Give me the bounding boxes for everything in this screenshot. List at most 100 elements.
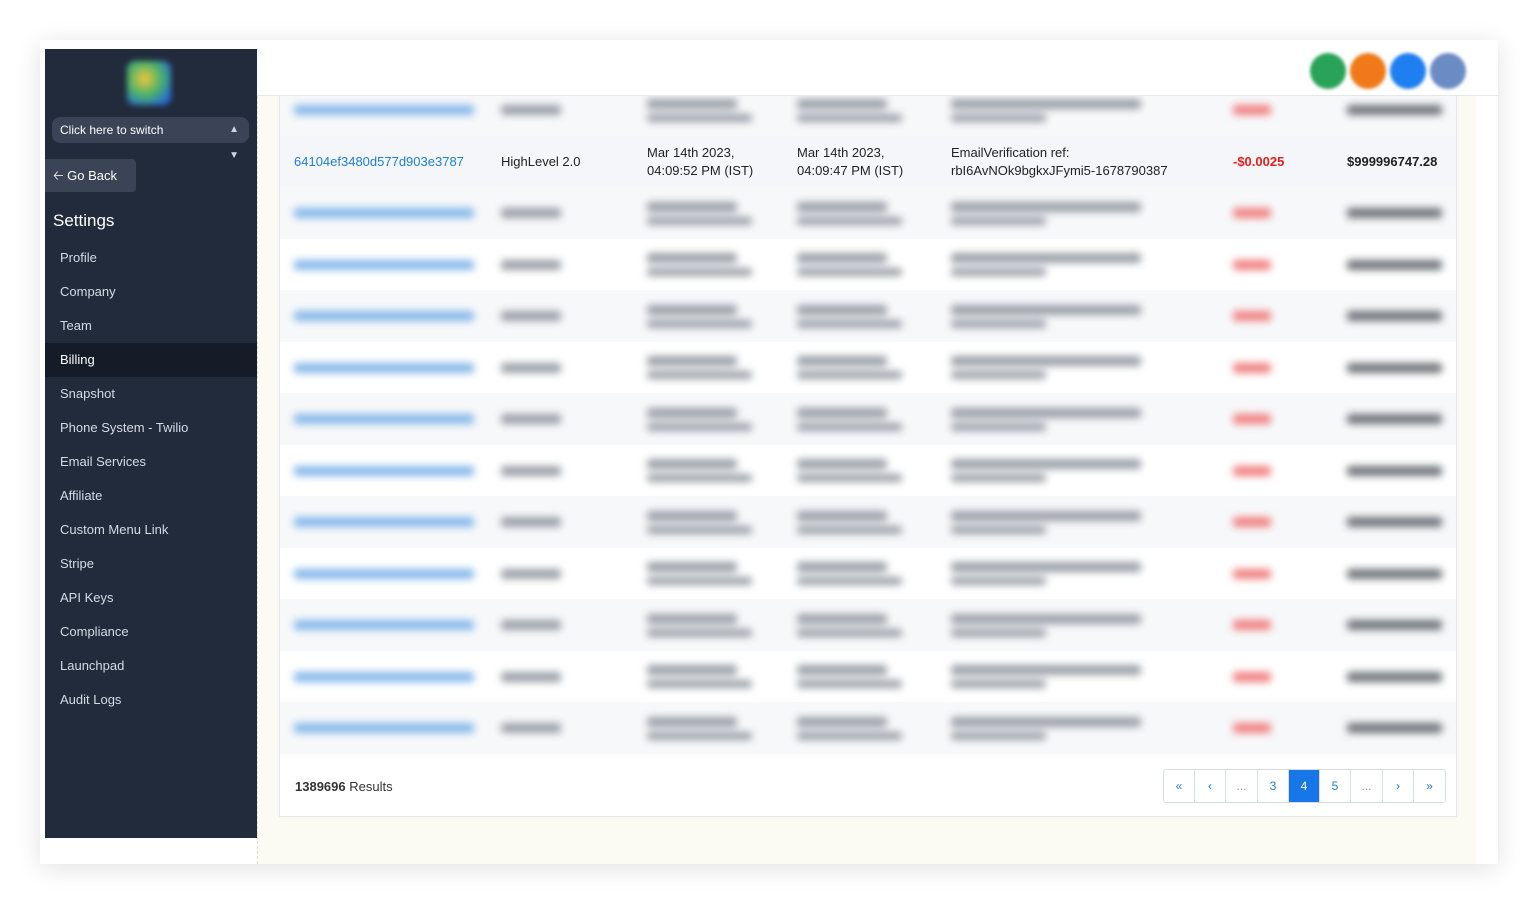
redacted-cell [1347, 342, 1456, 394]
page-prev-button[interactable]: ‹ [1195, 770, 1226, 802]
redacted-cell [501, 445, 641, 497]
redacted-cell [797, 393, 937, 445]
sidebar-item-launchpad[interactable]: Launchpad [45, 649, 257, 683]
redacted-cell [951, 342, 1221, 394]
transaction-row: 64104ef3480d577d903e3787 HighLevel 2.0 M… [280, 135, 1456, 188]
redacted-cell [951, 290, 1221, 342]
page-ellipsis: ... [1226, 770, 1258, 802]
redacted-cell [1347, 496, 1456, 548]
results-summary: 1389696 Results [295, 779, 393, 794]
sidebar-item-email-services[interactable]: Email Services [45, 445, 257, 479]
redacted-cell [797, 548, 937, 600]
redacted-cell [951, 393, 1221, 445]
redacted-cell [797, 342, 937, 394]
redacted-cell [951, 187, 1221, 239]
transactions-table: 64104ef3480d577d903e3787 HighLevel 2.0 M… [279, 96, 1457, 817]
redacted-cell [294, 651, 494, 703]
redacted-cell [1233, 393, 1313, 445]
transaction-id-link[interactable]: 64104ef3480d577d903e3787 [294, 136, 494, 188]
redacted-cell [501, 496, 641, 548]
redacted-cell [294, 548, 494, 600]
redacted-cell [951, 445, 1221, 497]
redacted-cell [797, 445, 937, 497]
redacted-cell [294, 187, 494, 239]
pagination: «‹... 3 4 5... ›» [1163, 769, 1446, 803]
redacted-cell [1347, 187, 1456, 239]
sidebar-item-team[interactable]: Team [45, 309, 257, 343]
redacted-cell [294, 290, 494, 342]
account-switcher-label: Click here to switch [60, 123, 164, 137]
table-row [280, 290, 1456, 342]
redacted-cell [647, 445, 787, 497]
redacted-cell [647, 651, 787, 703]
redacted-cell [797, 702, 937, 754]
table-row [280, 548, 1456, 600]
redacted-cell [501, 239, 641, 291]
redacted-cell [647, 496, 787, 548]
redacted-cell [647, 702, 787, 754]
redacted-cell [797, 599, 937, 651]
redacted-cell [797, 496, 937, 548]
redacted-cell [1347, 445, 1456, 497]
go-back-button[interactable]: 🡠 Go Back [45, 159, 136, 192]
redacted-cell [294, 599, 494, 651]
sidebar: Click here to switch ▲ ▼ 🡠 Go Back Settin… [45, 49, 257, 838]
arrow-left-icon: 🡠 [53, 168, 64, 183]
sidebar-item-phone-system[interactable]: Phone System - Twilio [45, 411, 257, 445]
redacted-cell [294, 445, 494, 497]
avatar-orange-icon[interactable] [1350, 53, 1386, 89]
redacted-cell [501, 393, 641, 445]
page-first-button[interactable]: « [1164, 770, 1195, 802]
account-switcher[interactable]: Click here to switch ▲ ▼ [52, 117, 249, 161]
sidebar-item-billing[interactable]: Billing [45, 343, 257, 377]
redacted-cell [951, 496, 1221, 548]
page-last-button[interactable]: » [1414, 770, 1445, 802]
sidebar-item-affiliate[interactable]: Affiliate [45, 479, 257, 513]
transaction-description: EmailVerification ref: rbI6AvNOk9bgkxJFym… [951, 144, 1168, 178]
sidebar-item-profile[interactable]: Profile [45, 241, 257, 275]
sidebar-item-snapshot[interactable]: Snapshot [45, 377, 257, 411]
table-row [280, 702, 1456, 754]
header-avatars [1310, 53, 1466, 89]
app-window: Click here to switch ▲ ▼ 🡠 Go Back Settin… [40, 40, 1498, 864]
redacted-cell [647, 548, 787, 600]
redacted-cell [647, 599, 787, 651]
page-next-button[interactable]: › [1383, 770, 1414, 802]
avatar-blue-icon[interactable] [1390, 53, 1426, 89]
table-row [280, 342, 1456, 394]
redacted-cell [501, 702, 641, 754]
redacted-cell [1233, 496, 1313, 548]
sidebar-item-audit-logs[interactable]: Audit Logs [45, 683, 257, 717]
results-count: 1389696 [295, 779, 346, 794]
table-row [280, 599, 1456, 651]
sidebar-item-compliance[interactable]: Compliance [45, 615, 257, 649]
page-5-button[interactable]: 5 [1320, 770, 1351, 802]
table-row [280, 393, 1456, 445]
redacted-cell [1233, 651, 1313, 703]
sidebar-item-company[interactable]: Company [45, 275, 257, 309]
redacted-cell [1233, 599, 1313, 651]
redacted-cell [1347, 239, 1456, 291]
avatar-green-icon[interactable] [1310, 53, 1346, 89]
page-3-button[interactable]: 3 [1258, 770, 1289, 802]
redacted-cell [294, 393, 494, 445]
sidebar-item-api-keys[interactable]: API Keys [45, 581, 257, 615]
redacted-cell [501, 599, 641, 651]
redacted-cell [1347, 290, 1456, 342]
table-row [280, 496, 1456, 548]
table-row [280, 445, 1456, 497]
updated-date: Mar 14th 2023, 04:09:47 PM (IST) [797, 144, 904, 178]
redacted-cell [501, 96, 641, 136]
redacted-cell [1233, 702, 1313, 754]
transaction-source: HighLevel 2.0 [501, 153, 581, 169]
sidebar-item-custom-menu-link[interactable]: Custom Menu Link [45, 513, 257, 547]
sidebar-item-stripe[interactable]: Stripe [45, 547, 257, 581]
table-row [280, 187, 1456, 239]
redacted-cell [1347, 548, 1456, 600]
redacted-cell [797, 96, 937, 136]
redacted-cell [797, 239, 937, 291]
chevron-up-down-icon: ▲ ▼ [229, 124, 239, 161]
redacted-cell [797, 187, 937, 239]
page-4-button[interactable]: 4 [1289, 770, 1320, 802]
avatar-slate-icon[interactable] [1430, 53, 1466, 89]
